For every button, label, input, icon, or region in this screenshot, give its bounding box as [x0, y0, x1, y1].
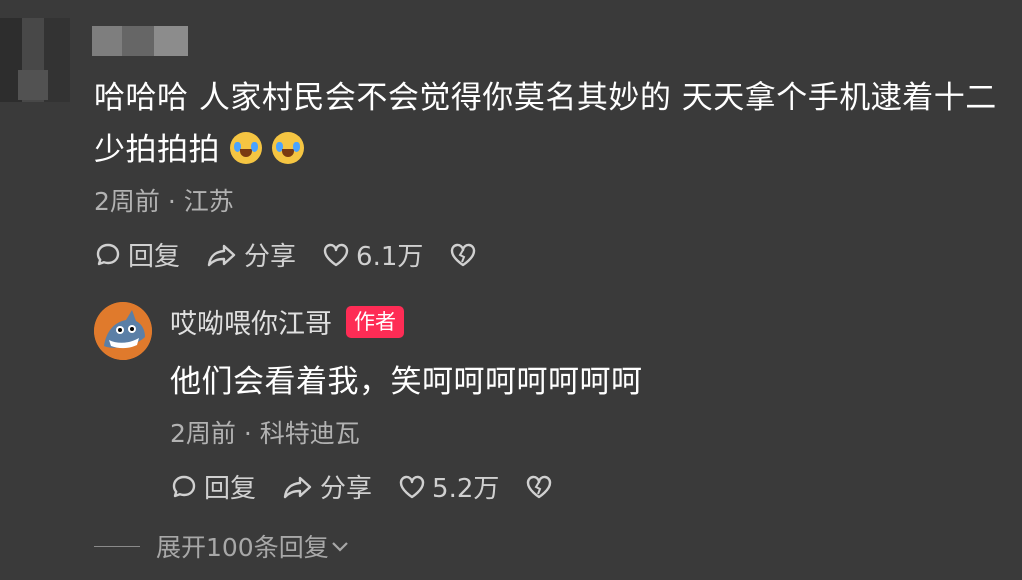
blurred-username[interactable] — [92, 26, 188, 56]
reply-label: 回复 — [204, 474, 257, 504]
comment-body: 哈哈哈 人家村民会不会觉得你莫名其妙的 天天拿个手机逮着十二少拍拍拍 — [94, 80, 997, 168]
meta-separator: · — [167, 187, 176, 216]
speech-bubble-icon — [96, 243, 120, 265]
share-arrow-icon — [283, 476, 312, 498]
comment-meta: 2周前 · 江苏 — [94, 182, 234, 218]
share-label: 分享 — [320, 474, 373, 504]
reply-time: 2周前 — [170, 419, 236, 448]
comment-dislike-button[interactable] — [449, 241, 483, 269]
share-arrow-icon — [207, 244, 236, 266]
like-count: 6.1万 — [356, 242, 424, 272]
reply-like-button[interactable]: 5.2万 — [398, 468, 499, 505]
comment-actions: 回复 分享 6.1万 — [94, 236, 509, 273]
expand-replies-button[interactable]: 展开100条回复 — [94, 528, 351, 564]
reply-label: 回复 — [128, 242, 181, 272]
author-badge: 作者 — [346, 305, 404, 338]
comment-text: 哈哈哈 人家村民会不会觉得你莫名其妙的 天天拿个手机逮着十二少拍拍拍 — [94, 72, 1014, 176]
cry-laugh-emoji-icon — [230, 132, 262, 164]
comment-time: 2周前 — [94, 187, 160, 216]
comment-location: 江苏 — [183, 187, 234, 216]
comment-like-button[interactable]: 6.1万 — [322, 236, 423, 273]
chevron-down-icon — [331, 542, 348, 552]
reply-location: 科特迪瓦 — [259, 419, 360, 448]
like-count: 5.2万 — [432, 474, 500, 504]
reply-text: 他们会看着我，笑呵呵呵呵呵呵呵 — [170, 364, 643, 400]
expand-divider — [94, 545, 140, 547]
blurred-avatar[interactable] — [0, 18, 70, 102]
heart-icon — [399, 475, 425, 498]
broken-heart-icon — [527, 475, 552, 498]
shark-avatar-icon — [94, 302, 152, 360]
reply-header: 哎呦喂你江哥 作者 — [170, 302, 404, 341]
broken-heart-icon — [451, 243, 476, 266]
share-label: 分享 — [244, 242, 297, 272]
reply-reply-button[interactable]: 回复 — [170, 468, 256, 505]
reply-actions: 回复 分享 5.2万 — [170, 468, 585, 505]
author-avatar[interactable] — [94, 302, 152, 360]
reply-username[interactable]: 哎呦喂你江哥 — [170, 302, 332, 341]
comment-reply-button[interactable]: 回复 — [94, 236, 180, 273]
reply-share-button[interactable]: 分享 — [282, 468, 372, 505]
heart-icon — [323, 243, 349, 266]
comment-share-button[interactable]: 分享 — [206, 236, 296, 273]
speech-bubble-icon — [172, 475, 196, 497]
cry-laugh-emoji-icon — [272, 132, 304, 164]
meta-separator: · — [243, 419, 252, 448]
reply-meta: 2周前 · 科特迪瓦 — [170, 414, 360, 450]
expand-label: 展开100条回复 — [156, 533, 329, 562]
reply-dislike-button[interactable] — [525, 473, 559, 501]
